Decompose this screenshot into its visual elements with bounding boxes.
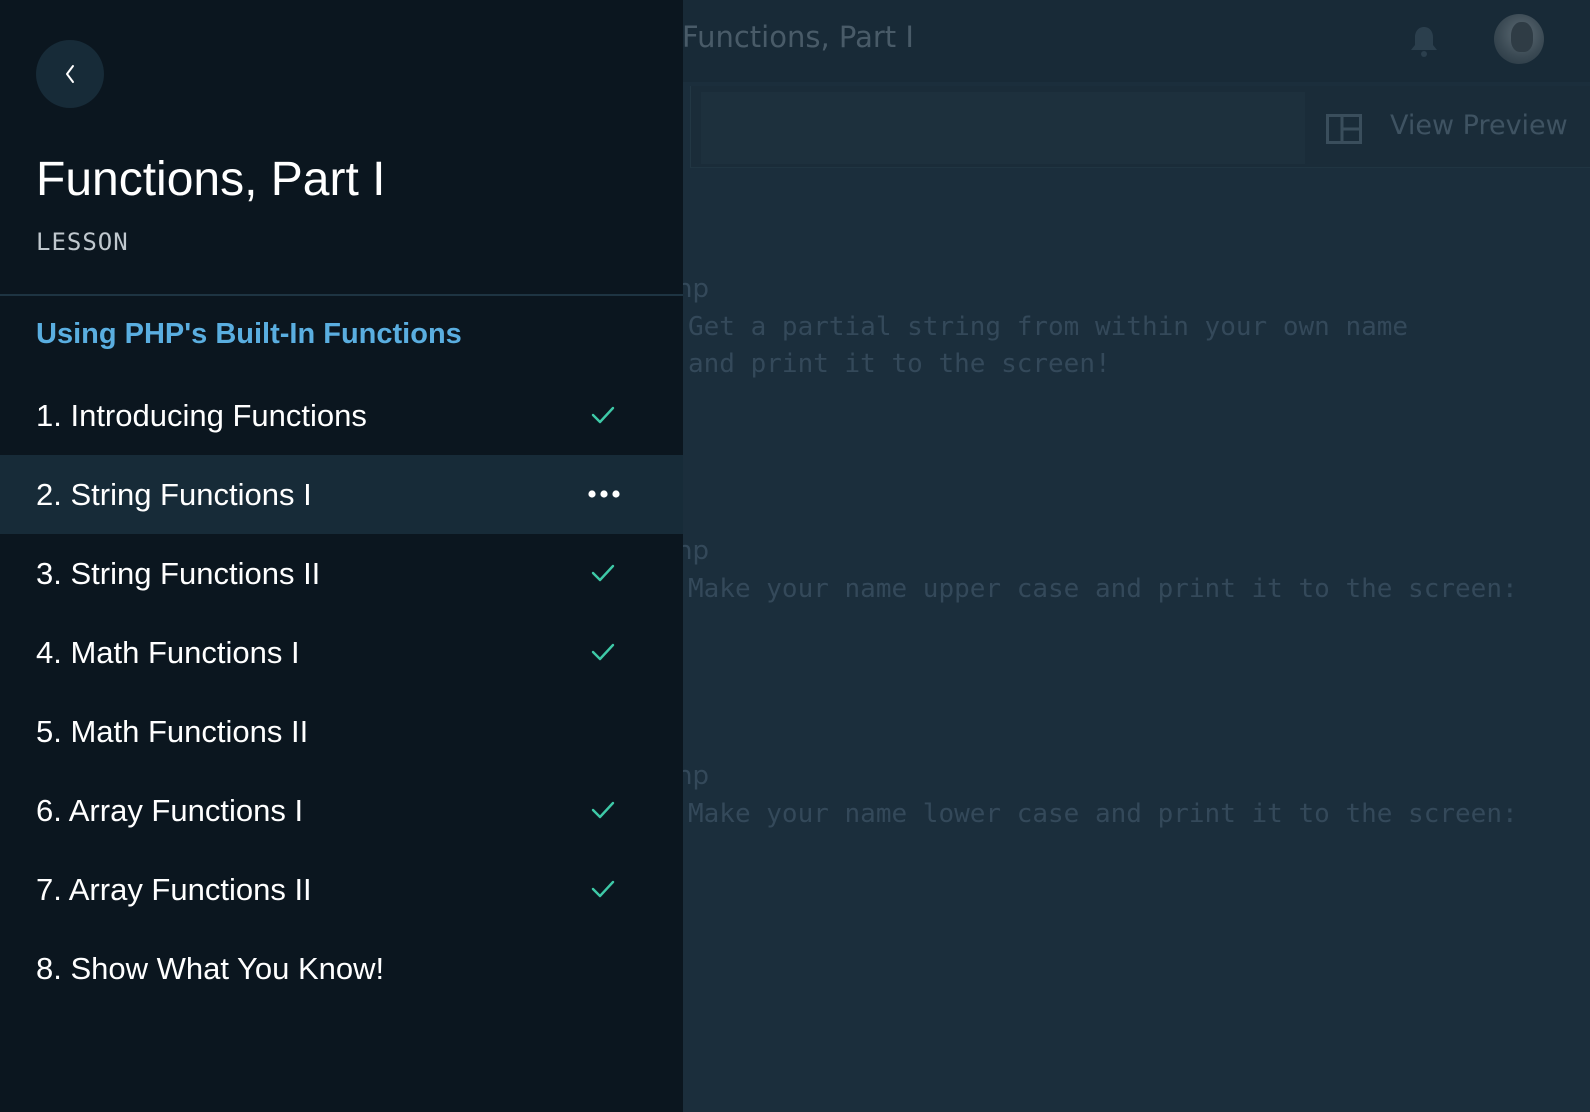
lesson-drawer: Functions, Part I LESSON Using PHP's Bui… <box>0 0 683 1112</box>
lesson-label: 1. Introducing Functions <box>36 398 367 433</box>
lesson-label: 5. Math Functions II <box>36 714 309 749</box>
more-dots-icon <box>588 490 620 498</box>
section-heading: Using PHP's Built-In Functions <box>36 318 462 350</box>
lesson-item[interactable]: 7. Array Functions II <box>0 850 683 929</box>
back-button[interactable] <box>36 40 104 108</box>
code-comment-line: Get a partial string from within your ow… <box>688 312 1409 342</box>
lesson-item[interactable]: 6. Array Functions I <box>0 771 683 850</box>
code-comment-line: Make your name upper case and print it t… <box>688 574 1518 604</box>
bell-icon[interactable] <box>1408 24 1440 58</box>
checkmark-icon <box>591 880 615 898</box>
lesson-label: 4. Math Functions I <box>36 635 300 670</box>
view-preview-button[interactable]: View Preview <box>1390 110 1568 141</box>
divider <box>0 294 683 296</box>
checkmark-icon <box>591 406 615 424</box>
lesson-item[interactable]: 4. Math Functions I <box>0 613 683 692</box>
lesson-item[interactable]: 5. Math Functions II <box>0 692 683 771</box>
lesson-label: 6. Array Functions I <box>36 793 304 828</box>
lesson-item[interactable]: 1. Introducing Functions <box>0 376 683 455</box>
split-layout-icon[interactable] <box>1326 114 1362 144</box>
avatar[interactable] <box>1494 14 1544 64</box>
editor-title: Functions, Part I <box>682 20 914 54</box>
code-comment-line: and print it to the screen! <box>688 349 1111 379</box>
content-type-label: LESSON <box>36 228 129 256</box>
lesson-label: 2. String Functions I <box>36 477 312 512</box>
checkmark-icon <box>591 643 615 661</box>
lesson-item[interactable]: 2. String Functions I <box>0 455 683 534</box>
lesson-label: 8. Show What You Know! <box>36 951 385 986</box>
lesson-list: 1. Introducing Functions 2. String Functi… <box>0 376 683 1008</box>
lesson-item[interactable]: 8. Show What You Know! <box>0 929 683 1008</box>
checkmark-icon <box>591 564 615 582</box>
chevron-left-icon <box>66 65 74 83</box>
lesson-label: 3. String Functions II <box>36 556 321 591</box>
editor-tab-strip <box>701 92 1305 164</box>
lesson-label: 7. Array Functions II <box>36 872 312 907</box>
lesson-item[interactable]: 3. String Functions II <box>0 534 683 613</box>
avatar-face <box>1511 22 1533 52</box>
code-comment-line: Make your name lower case and print it t… <box>688 799 1518 829</box>
checkmark-icon <box>591 801 615 819</box>
page-title: Functions, Part I <box>36 153 386 206</box>
